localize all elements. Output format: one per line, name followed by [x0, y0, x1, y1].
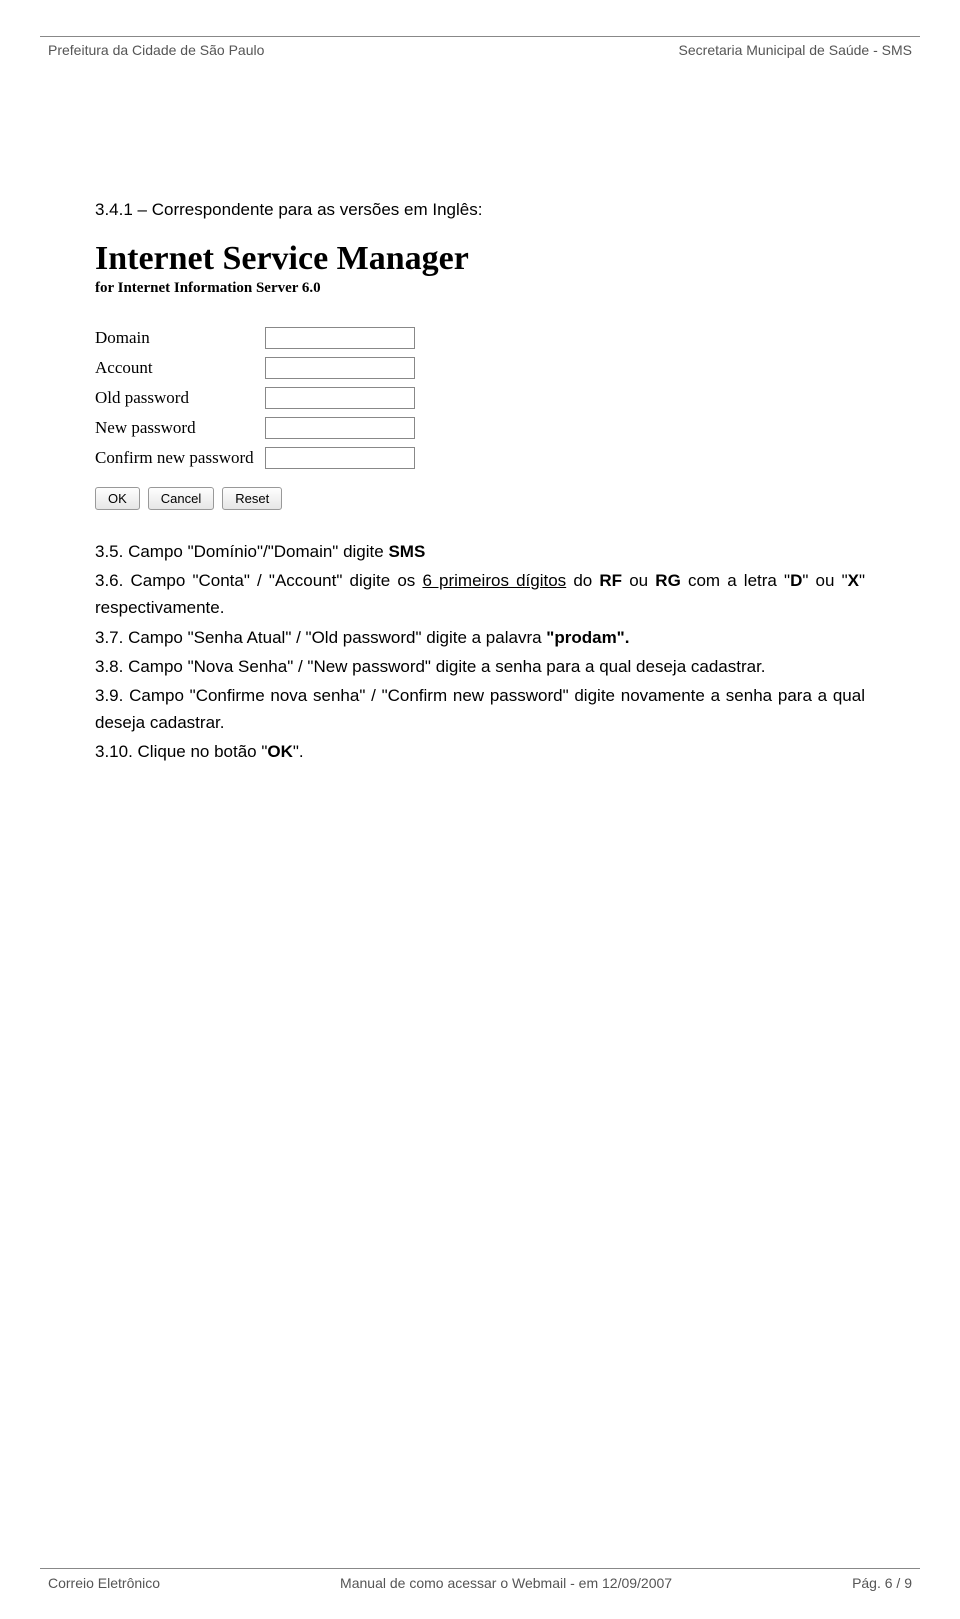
instruction-3-10: 3.10. Clique no botão "OK". [95, 738, 865, 765]
text: 3.5. Campo "Domínio"/"Domain" digite [95, 542, 388, 561]
page-header: Prefeitura da Cidade de São Paulo Secret… [48, 42, 912, 58]
instruction-3-5: 3.5. Campo "Domínio"/"Domain" digite SMS [95, 538, 865, 565]
header-rule [40, 36, 920, 37]
text: 3.7. Campo "Senha Atual" / "Old password… [95, 628, 546, 647]
input-domain[interactable] [265, 327, 415, 349]
text: ". [293, 742, 304, 761]
row-old-password: Old password [95, 387, 575, 409]
instruction-3-7: 3.7. Campo "Senha Atual" / "Old password… [95, 624, 865, 651]
text: 3.10. Clique no botão " [95, 742, 267, 761]
text-bold: D [790, 571, 802, 590]
footer-left: Correio Eletrônico [48, 1575, 160, 1591]
button-row: OK Cancel Reset [95, 487, 575, 510]
ok-button[interactable]: OK [95, 487, 140, 510]
text-bold: X [848, 571, 859, 590]
footer-rule [40, 1568, 920, 1569]
footer-center: Manual de como acessar o Webmail - em 12… [340, 1575, 672, 1591]
header-left: Prefeitura da Cidade de São Paulo [48, 42, 264, 58]
text-bold: RG [655, 571, 681, 590]
label-confirm-password: Confirm new password [95, 448, 265, 468]
row-confirm-password: Confirm new password [95, 447, 575, 469]
ism-subtitle: for Internet Information Server 6.0 [95, 280, 575, 297]
text: ou [622, 571, 655, 590]
instruction-3-6: 3.6. Campo "Conta" / "Account" digite os… [95, 567, 865, 621]
label-domain: Domain [95, 328, 265, 348]
page-footer: Correio Eletrônico Manual de como acessa… [48, 1575, 912, 1591]
cancel-button[interactable]: Cancel [148, 487, 214, 510]
text-bold: SMS [388, 542, 425, 561]
text: " ou " [802, 571, 847, 590]
input-account[interactable] [265, 357, 415, 379]
row-domain: Domain [95, 327, 575, 349]
input-confirm-password[interactable] [265, 447, 415, 469]
instruction-3-8: 3.8. Campo "Nova Senha" / "New password"… [95, 653, 865, 680]
text: 3.6. Campo "Conta" / "Account" digite os [95, 571, 422, 590]
input-new-password[interactable] [265, 417, 415, 439]
text: do [566, 571, 599, 590]
header-right: Secretaria Municipal de Saúde - SMS [679, 42, 912, 58]
input-old-password[interactable] [265, 387, 415, 409]
ism-form-screenshot: Internet Service Manager for Internet In… [95, 240, 575, 510]
instruction-3-9: 3.9. Campo "Confirme nova senha" / "Conf… [95, 682, 865, 736]
reset-button[interactable]: Reset [222, 487, 282, 510]
row-new-password: New password [95, 417, 575, 439]
page: Prefeitura da Cidade de São Paulo Secret… [0, 0, 960, 1619]
ism-title: Internet Service Manager [95, 240, 575, 278]
text-underline: 6 primeiros dígitos [422, 571, 566, 590]
label-account: Account [95, 358, 265, 378]
text-bold: RF [599, 571, 622, 590]
content-area: 3.4.1 – Correspondente para as versões e… [95, 0, 865, 766]
label-old-password: Old password [95, 388, 265, 408]
section-3-4-1-title: 3.4.1 – Correspondente para as versões e… [95, 200, 865, 220]
text: com a letra " [681, 571, 790, 590]
footer-right: Pág. 6 / 9 [852, 1575, 912, 1591]
instructions-block: 3.5. Campo "Domínio"/"Domain" digite SMS… [95, 538, 865, 766]
row-account: Account [95, 357, 575, 379]
text-bold: "prodam". [546, 628, 629, 647]
text-bold: OK [267, 742, 293, 761]
label-new-password: New password [95, 418, 265, 438]
